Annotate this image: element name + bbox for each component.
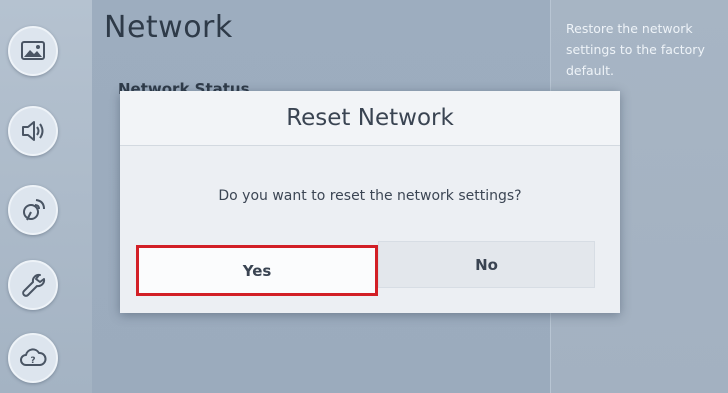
broadcast-icon [23, 199, 45, 221]
general-menu-button[interactable] [8, 260, 58, 310]
help-description: Restore the network settings to the fact… [566, 21, 705, 78]
no-button-label: No [475, 255, 498, 274]
wrench-icon [22, 273, 46, 297]
dialog-header: Reset Network [120, 91, 620, 146]
sound-icon [22, 121, 44, 141]
svg-text:?: ? [30, 356, 35, 366]
page-title: Network [104, 10, 233, 45]
broadcast-menu-button[interactable] [8, 185, 58, 235]
side-menu: ? [0, 0, 92, 393]
sound-menu-button[interactable] [8, 106, 58, 156]
picture-menu-button[interactable] [8, 26, 58, 76]
tv-settings-screen: ? Network Network Status Restore the net… [0, 0, 728, 393]
dialog-message: Do you want to reset the network setting… [218, 188, 522, 204]
support-cloud-icon: ? [20, 348, 47, 366]
support-menu-button[interactable]: ? [8, 333, 58, 383]
no-button[interactable]: No [378, 241, 595, 288]
dialog-title: Reset Network [286, 105, 454, 131]
reset-network-dialog: Reset Network Do you want to reset the n… [120, 91, 620, 313]
yes-button-label: Yes [242, 261, 272, 280]
yes-button[interactable]: Yes [136, 245, 378, 296]
picture-icon [21, 41, 45, 60]
